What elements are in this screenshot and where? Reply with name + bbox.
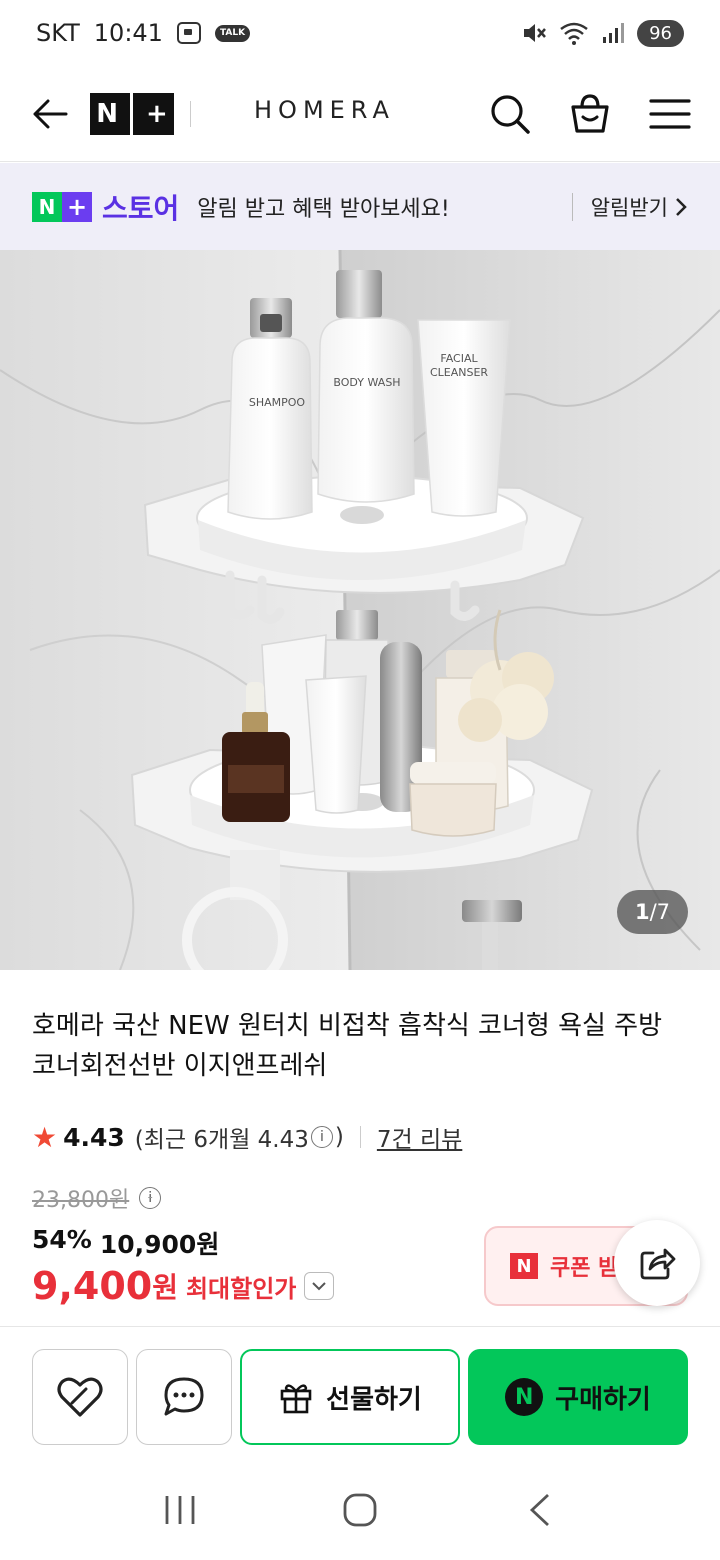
max-discount-price-row: 9,400 원 최대할인가 — [32, 1264, 335, 1308]
recent-apps-button[interactable] — [150, 1480, 210, 1540]
cart-button[interactable] — [568, 92, 612, 136]
pager-current: 1 — [634, 900, 650, 924]
product-image-carousel[interactable]: SHAMPOO BODY WASH FACIAL CLEANSER 1/7 — [0, 250, 720, 970]
bottom-action-bar: 선물하기 N 구매하기 — [0, 1326, 720, 1460]
body-wash-label: BODY WASH — [333, 376, 400, 389]
system-back-icon — [529, 1493, 549, 1527]
brand-name[interactable]: HOMERA — [254, 96, 395, 124]
rating-value: 4.43 — [63, 1122, 125, 1152]
home-icon — [343, 1493, 377, 1527]
store-divider — [571, 192, 573, 221]
time-text: 10:41 — [93, 19, 163, 47]
header-divider — [190, 100, 191, 127]
shampoo-label: SHAMPOO — [249, 396, 306, 409]
notification-subscribe-link[interactable]: 알림받기 — [591, 192, 688, 222]
battery-indicator: 96 — [637, 19, 684, 47]
naver-plus-logo[interactable]: N + — [90, 92, 174, 135]
star-icon: ★ — [32, 1120, 58, 1154]
search-button[interactable] — [488, 92, 532, 136]
logo-n: N — [96, 98, 118, 129]
buy-badge: N — [505, 1378, 544, 1416]
top-header: N + HOMERA — [0, 66, 720, 162]
coupon-label: 쿠폰 받 — [550, 1256, 619, 1281]
system-nav-bar — [0, 1460, 720, 1560]
wifi-icon — [560, 22, 588, 45]
heart-icon — [57, 1377, 103, 1417]
chevron-right-icon — [676, 197, 687, 216]
menu-button[interactable] — [648, 92, 692, 136]
gift-label: 선물하기 — [326, 1384, 422, 1415]
share-icon — [640, 1248, 676, 1280]
pager-total: /7 — [649, 900, 670, 924]
image-pager: 1/7 — [616, 890, 688, 934]
status-left: SKT 10:41 TALK — [36, 19, 251, 47]
menu-icon — [649, 98, 691, 129]
cleanser-label-line1: FACIAL — [440, 352, 478, 365]
max-discount-price: 9,400 — [32, 1264, 153, 1308]
price-info-icon[interactable]: i — [139, 1187, 162, 1209]
discount-rate: 54% — [32, 1225, 92, 1254]
header-icons — [488, 92, 692, 136]
product-title: 호메라 국산 NEW 원터치 비접착 흡착식 코너형 욕실 주방 코너회전선반 … — [32, 1011, 663, 1081]
status-right: 96 — [521, 19, 684, 47]
sale-price-row: 54% 10,900원 — [32, 1225, 219, 1261]
signal-icon — [603, 23, 625, 43]
gift-icon — [280, 1384, 312, 1414]
recent-apps-icon — [165, 1496, 195, 1524]
store-badge-n: N — [32, 191, 62, 222]
back-button[interactable] — [28, 92, 72, 136]
talk-icon: TALK — [214, 24, 251, 42]
share-button[interactable] — [614, 1220, 700, 1306]
mute-icon — [524, 24, 547, 42]
chevron-down-icon — [312, 1282, 327, 1291]
store-name: 스토어 — [102, 191, 180, 225]
logo-plus: + — [145, 98, 168, 129]
cart-icon — [571, 93, 609, 133]
buy-label: 구매하기 — [555, 1384, 651, 1415]
notification-subscribe-label: 알림받기 — [590, 195, 668, 220]
store-notification-banner[interactable]: N + 스토어 알림 받고 혜택 받아보세요! 알림받기 — [0, 163, 720, 250]
product-photo: SHAMPOO BODY WASH FACIAL CLEANSER — [0, 250, 720, 970]
store-badge-plus: + — [62, 191, 92, 222]
rating-detail-prefix: (최근 6개월 4.43 — [134, 1127, 309, 1153]
talk-talk-button[interactable] — [136, 1349, 232, 1445]
carrier-text: SKT — [36, 19, 80, 47]
info-icon[interactable]: i — [310, 1126, 333, 1148]
home-button[interactable] — [330, 1480, 390, 1540]
search-icon — [491, 94, 530, 134]
rating-row: ★ 4.43 (최근 6개월 4.43 i ) 7건 리뷰 — [32, 1120, 462, 1154]
max-discount-label: 최대할인가 — [185, 1274, 297, 1303]
chat-icon — [164, 1377, 204, 1416]
store-badge: N + — [32, 191, 92, 222]
original-price: 23,800원 — [32, 1188, 130, 1213]
review-count-link[interactable]: 7건 리뷰 — [377, 1120, 462, 1154]
status-bar: SKT 10:41 TALK 96 — [0, 0, 720, 66]
rating-detail-suffix: ) — [334, 1124, 344, 1150]
cleanser-label-line2: CLEANSER — [430, 366, 488, 379]
max-discount-price-unit: 원 — [152, 1271, 178, 1304]
back-arrow-icon — [33, 99, 68, 128]
logo-separator — [130, 92, 134, 135]
price-detail-dropdown[interactable] — [304, 1272, 335, 1300]
screenshot-icon — [176, 22, 201, 44]
rating-detail: (최근 6개월 4.43 — [135, 1120, 309, 1154]
buy-button[interactable]: N 구매하기 — [468, 1349, 688, 1445]
wishlist-button[interactable] — [32, 1349, 128, 1445]
original-price-row: 23,800원 i — [32, 1182, 163, 1214]
system-back-button[interactable] — [510, 1480, 570, 1540]
coupon-badge: N — [510, 1253, 538, 1279]
store-message: 알림 받고 혜택 받아보세요! — [197, 196, 450, 222]
sale-price: 10,900원 — [99, 1230, 220, 1259]
rating-divider — [359, 1126, 361, 1148]
gift-button[interactable]: 선물하기 — [240, 1349, 460, 1445]
